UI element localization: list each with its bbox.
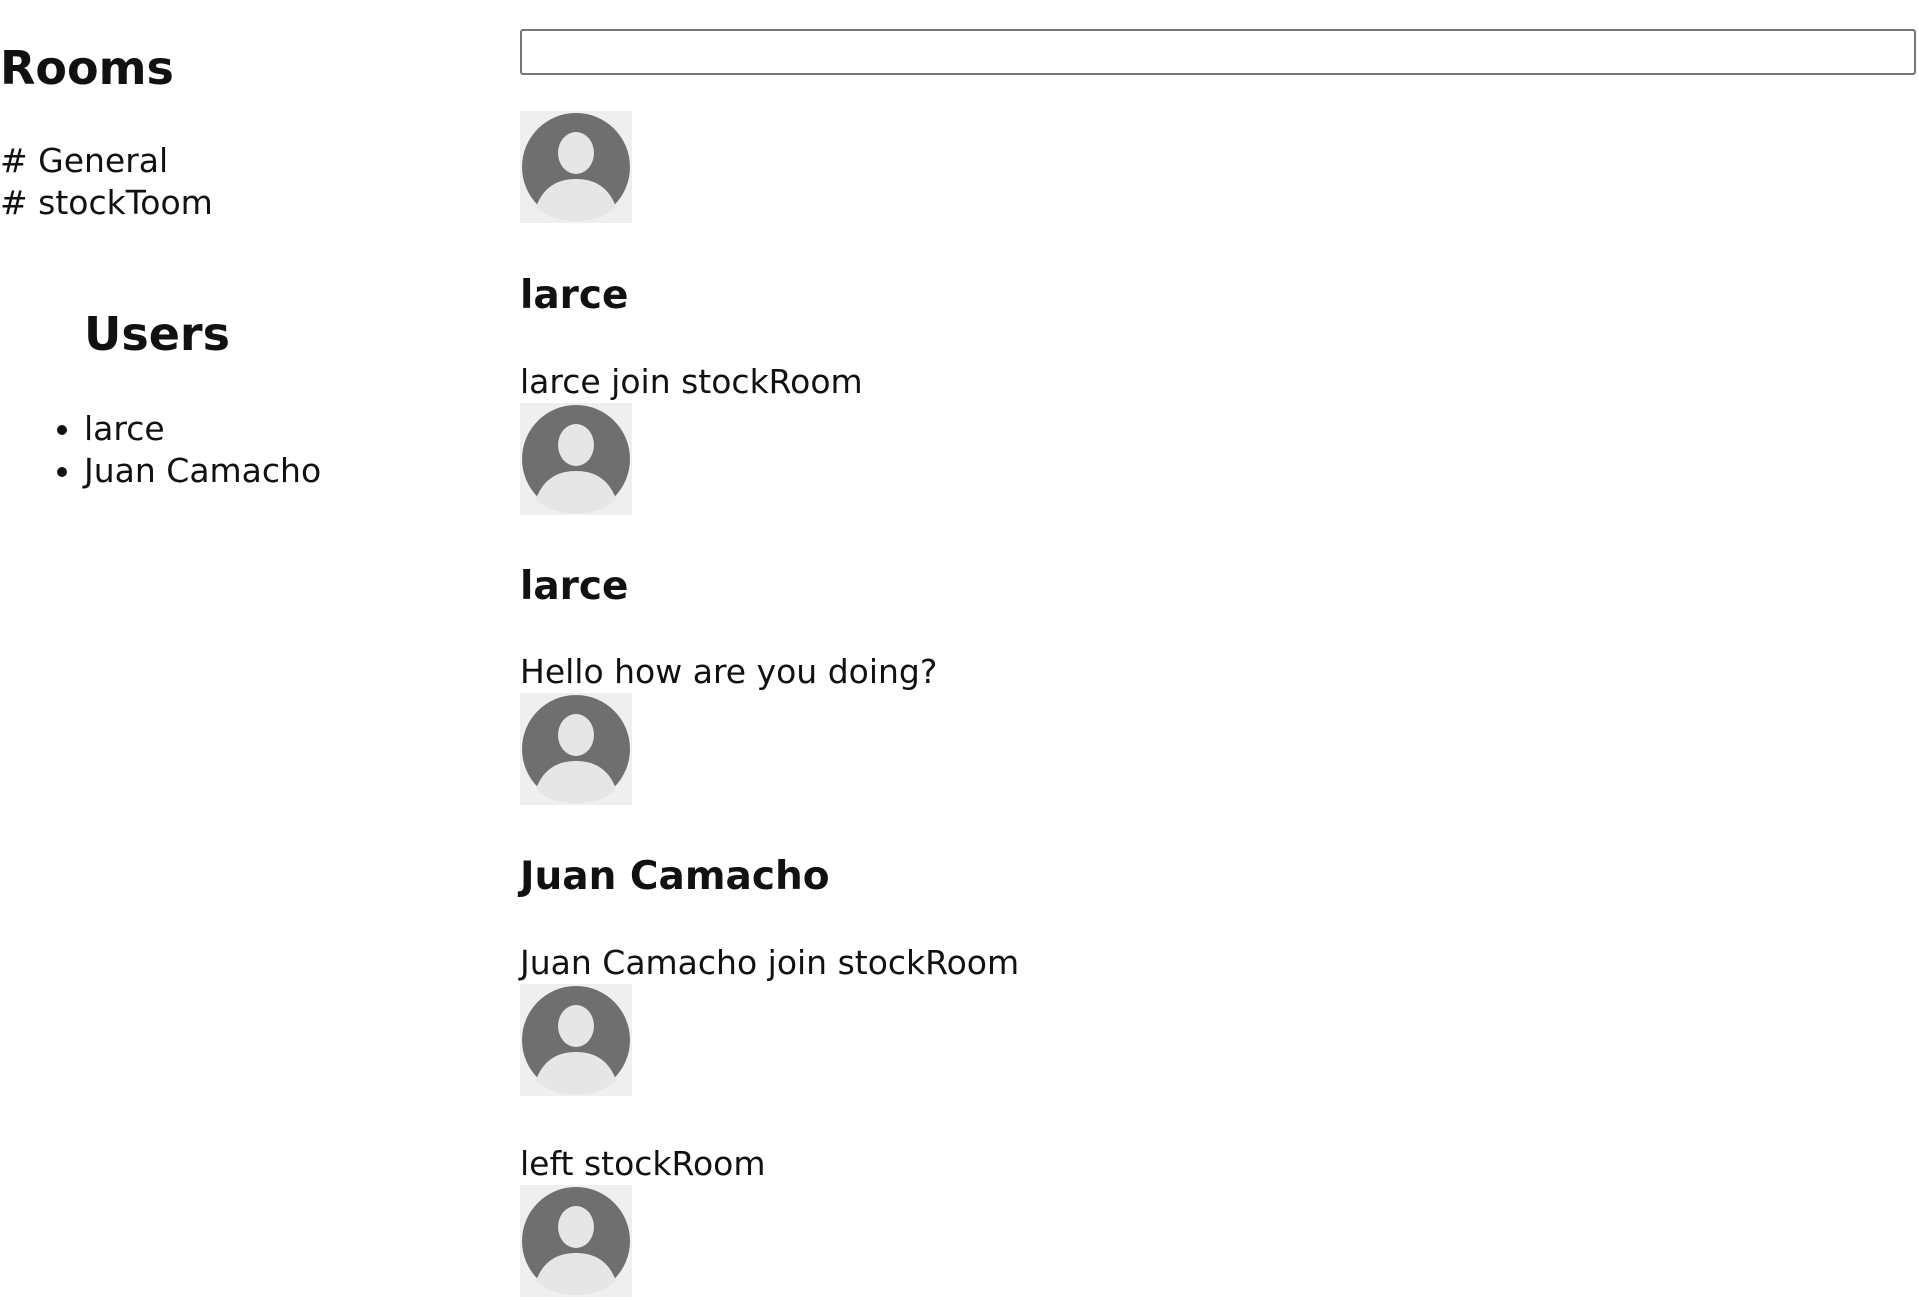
user-silhouette-icon [522, 405, 630, 513]
avatar-icon [520, 111, 632, 223]
user-silhouette-icon [522, 986, 630, 1094]
room-list: # General # stockToom [0, 140, 213, 224]
message-text: Hello how are you doing? [520, 652, 938, 691]
user-silhouette-icon [522, 113, 630, 221]
user-list: larce Juan Camacho [84, 408, 321, 492]
message-input[interactable] [520, 29, 1916, 75]
avatar-icon [520, 693, 632, 805]
avatar-icon [520, 1185, 632, 1297]
sidebar: Rooms # General # stockToom Users larce … [0, 0, 400, 1302]
chat-panel: larce larce join stockRoom larce Hello h… [520, 0, 1918, 1302]
message-username: larce [520, 564, 629, 609]
user-silhouette-icon [522, 1187, 630, 1295]
message-username: larce [520, 273, 629, 318]
room-item-stocktoom[interactable]: # stockToom [0, 182, 213, 224]
user-item: Juan Camacho [84, 450, 321, 492]
user-silhouette-icon [522, 695, 630, 803]
message-text: larce join stockRoom [520, 362, 863, 401]
message-text: left stockRoom [520, 1144, 766, 1183]
message-text: Juan Camacho join stockRoom [520, 943, 1020, 982]
room-item-general[interactable]: # General [0, 140, 213, 182]
rooms-heading: Rooms [0, 41, 174, 95]
users-heading: Users [84, 307, 230, 361]
message-username: Juan Camacho [520, 854, 830, 899]
avatar-icon [520, 403, 632, 515]
avatar-icon [520, 984, 632, 1096]
user-item: larce [84, 408, 321, 450]
